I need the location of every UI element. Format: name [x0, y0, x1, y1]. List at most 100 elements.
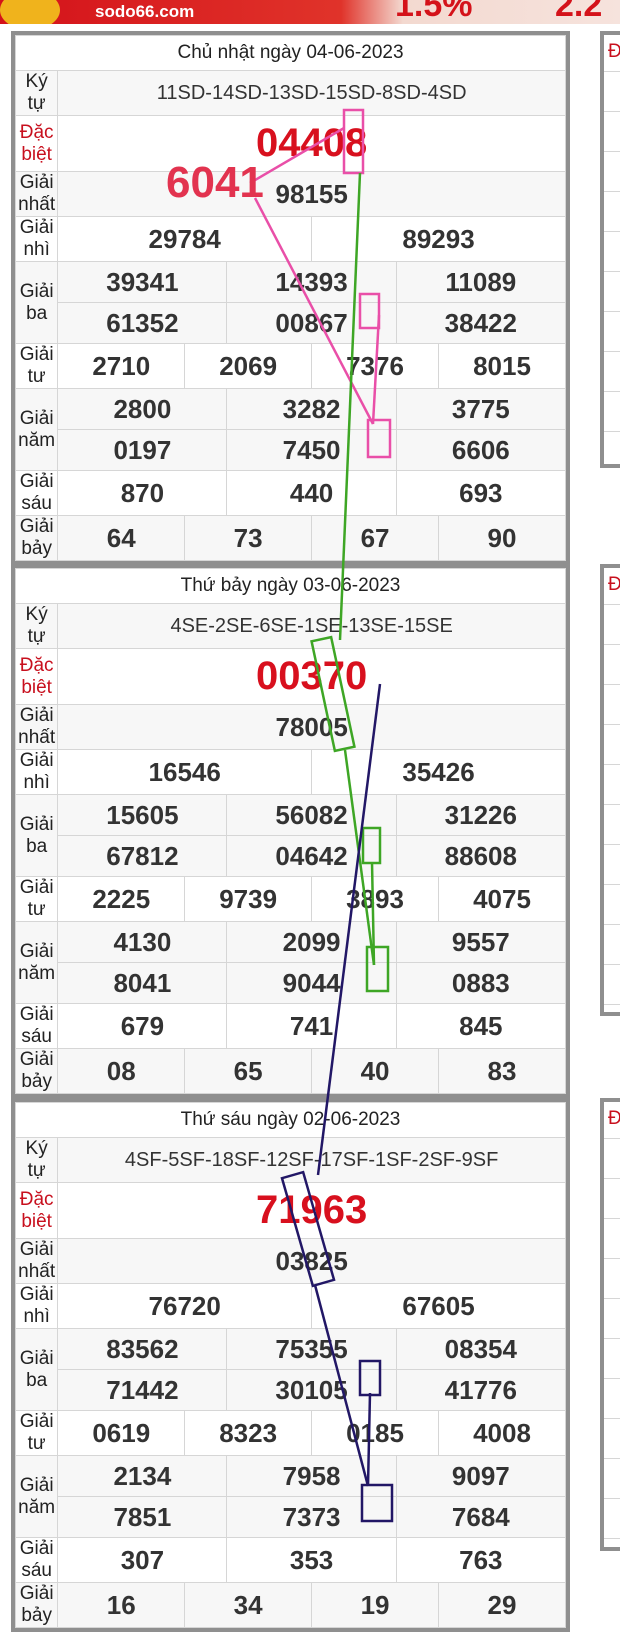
result-date[interactable]: Thứ bảy ngày 03-06-2023 — [15, 568, 566, 604]
row-label-giai-ba: Giải ba — [14, 794, 59, 877]
giai-ba-value: 30105 — [226, 1369, 397, 1411]
giai-nam-value: 9044 — [226, 962, 397, 1004]
giai-nam-value: 4130 — [57, 921, 228, 963]
giai-bay-value: 16 — [57, 1582, 186, 1628]
side-row-divider — [604, 1298, 620, 1299]
giai-nhi-value: 29784 — [57, 216, 313, 262]
site-name: sodo66.com — [95, 2, 195, 21]
giai-nhi-value: 67605 — [311, 1283, 566, 1329]
side-row-divider — [604, 231, 620, 232]
giai-ba-value: 83562 — [57, 1328, 228, 1370]
giai-sau-value: 307 — [57, 1537, 228, 1583]
giai-nam-value: 2134 — [57, 1455, 228, 1497]
row-label-giai-sau: Giải sáu — [14, 470, 59, 516]
giai-ba-value: 56082 — [226, 794, 397, 836]
side-row-divider — [604, 604, 620, 605]
giai-nhat-value: 98155 — [57, 171, 566, 217]
side-row-divider — [604, 1178, 620, 1179]
row-label-giai-tu: Giải tư — [14, 343, 59, 389]
giai-ba-value: 15605 — [57, 794, 228, 836]
side-column-3: Đ — [600, 1098, 620, 1551]
giai-ba-value: 88608 — [395, 835, 567, 877]
giai-ba-value: 31226 — [395, 794, 567, 836]
dac-biet-value: 71963 — [57, 1182, 566, 1239]
giai-tu-value: 8323 — [184, 1410, 313, 1456]
giai-nam-value: 8041 — [57, 962, 228, 1004]
banner-rate-right: 2.2 — [555, 0, 603, 24]
giai-sau-value: 845 — [395, 1003, 567, 1049]
giai-tu-value: 2069 — [184, 343, 313, 389]
giai-nam-value: 2099 — [226, 921, 397, 963]
side-row-divider — [604, 764, 620, 765]
side-row-divider — [604, 1218, 620, 1219]
row-label-dac-biet: Đặc biệt — [14, 1182, 59, 1239]
giai-bay-value: 73 — [184, 515, 313, 561]
giai-tu-value: 4075 — [437, 876, 567, 922]
giai-ba-value: 71442 — [57, 1369, 228, 1411]
side-row-divider — [604, 391, 620, 392]
row-label-giai-nam: Giải năm — [14, 1455, 59, 1538]
row-label-giai-nhat: Giải nhất — [14, 171, 59, 217]
top-banner[interactable]: sodo66.com 1.5% 2.2 — [0, 0, 620, 24]
giai-ba-value: 39341 — [57, 261, 228, 303]
side-row-divider — [604, 964, 620, 965]
giai-bay-value: 19 — [311, 1582, 439, 1628]
giai-sau-value: 741 — [226, 1003, 397, 1049]
result-date[interactable]: Chủ nhật ngày 04-06-2023 — [15, 35, 566, 71]
ky-tu-value: 4SE-2SE-6SE-1SE-13SE-15SE — [57, 603, 566, 649]
giai-bay-value: 64 — [57, 515, 186, 561]
side-row-divider — [604, 924, 620, 925]
side-column-2: Đ — [600, 564, 620, 1016]
highlight-number-6041: 6041 — [166, 158, 264, 207]
giai-bay-value: 29 — [437, 1582, 567, 1628]
giai-sau-value: 693 — [395, 470, 567, 516]
side-column-1: Đ — [600, 31, 620, 468]
result-table: Thứ bảy ngày 03-06-2023 Ký tự 4SE-2SE-6S… — [14, 568, 567, 1094]
result-block: Thứ bảy ngày 03-06-2023 Ký tự 4SE-2SE-6S… — [11, 564, 570, 1098]
side-row-divider — [604, 1004, 620, 1005]
side-row-divider — [604, 311, 620, 312]
giai-nam-value: 7373 — [226, 1496, 397, 1538]
row-label-giai-nhi: Giải nhì — [14, 216, 59, 262]
side-row-divider — [604, 1418, 620, 1419]
giai-sau-value: 679 — [57, 1003, 228, 1049]
giai-nam-value: 9557 — [395, 921, 567, 963]
giai-tu-value: 2225 — [57, 876, 186, 922]
giai-nhi-value: 89293 — [311, 216, 566, 262]
side-row-divider — [604, 844, 620, 845]
row-label-giai-sau: Giải sáu — [14, 1003, 59, 1049]
side-row-divider — [604, 684, 620, 685]
giai-nam-value: 3282 — [226, 388, 397, 430]
giai-nhat-value: 78005 — [57, 704, 566, 750]
row-label-dac-biet: Đặc biệt — [14, 115, 59, 172]
side-label: Đ — [608, 574, 620, 595]
side-row-divider — [604, 271, 620, 272]
giai-nam-value: 7450 — [226, 429, 397, 471]
row-label-ky-tu: Ký tự — [14, 1137, 59, 1183]
side-row-divider — [604, 1538, 620, 1539]
side-label: Đ — [608, 41, 620, 62]
side-row-divider — [604, 71, 620, 72]
result-block: Thứ sáu ngày 02-06-2023 Ký tự 4SF-5SF-18… — [11, 1098, 570, 1632]
giai-nam-value: 7684 — [395, 1496, 567, 1538]
giai-ba-value: 04642 — [226, 835, 397, 877]
giai-nam-value: 3775 — [395, 388, 567, 430]
side-row-divider — [604, 351, 620, 352]
giai-tu-value: 9739 — [184, 876, 313, 922]
row-label-giai-bay: Giải bảy — [14, 1048, 59, 1094]
giai-tu-value: 4008 — [437, 1410, 567, 1456]
giai-nam-value: 7958 — [226, 1455, 397, 1497]
result-date[interactable]: Thứ sáu ngày 02-06-2023 — [15, 1102, 566, 1138]
giai-nhi-value: 76720 — [57, 1283, 313, 1329]
giai-ba-value: 41776 — [395, 1369, 567, 1411]
giai-tu-value: 2710 — [57, 343, 186, 389]
giai-ba-value: 61352 — [57, 302, 228, 344]
giai-ba-value: 00867 — [226, 302, 397, 344]
giai-ba-value: 14393 — [226, 261, 397, 303]
row-label-giai-nam: Giải năm — [14, 388, 59, 471]
giai-bay-value: 83 — [437, 1048, 567, 1094]
row-label-giai-ba: Giải ba — [14, 1328, 59, 1411]
row-label-ky-tu: Ký tự — [14, 70, 59, 116]
giai-tu-value: 7376 — [311, 343, 439, 389]
giai-sau-value: 440 — [226, 470, 397, 516]
